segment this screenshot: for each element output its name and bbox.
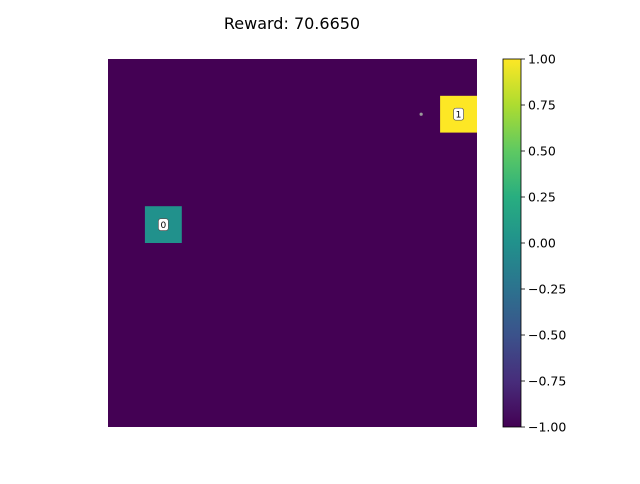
colorbar-tick-label: −0.75 xyxy=(528,374,566,389)
colorbar-tick-label: −0.50 xyxy=(528,328,566,343)
colorbar-tick-label: 0.25 xyxy=(528,190,556,205)
colorbar-tick-label: −1.00 xyxy=(528,420,566,435)
colorbar-tick-label: 1.00 xyxy=(528,52,556,67)
plot-svg: 10 1.000.750.500.250.00−0.25−0.50−0.75−1… xyxy=(108,52,566,435)
colorbar-tick-label: 0.00 xyxy=(528,236,556,251)
colorbar-tick-label: −0.25 xyxy=(528,282,566,297)
colorbar-gradient xyxy=(502,58,522,428)
cell-label: 1 xyxy=(456,111,462,121)
colorbar: 1.00 0.75 0.50 0.25 0.00 −0.25 −0.50 −0.75 −1.00 xyxy=(502,52,566,435)
cell-label: 0 xyxy=(160,221,166,231)
grid-heatmap: 10 xyxy=(108,59,477,427)
agent-marker xyxy=(419,112,423,116)
colorbar-tick-label: 0.50 xyxy=(528,144,556,159)
colorbar-ticks: 1.00 0.75 0.50 0.25 0.00 −0.25 −0.50 −0.75 −1.00 xyxy=(521,52,566,435)
figure: Reward: 70.6650 10 1.00 0.75 0.50 0.25 0.00−… xyxy=(0,0,640,480)
colorbar-tick-label: 0.75 xyxy=(528,98,556,113)
plot-title: Reward: 70.6650 xyxy=(223,14,361,33)
